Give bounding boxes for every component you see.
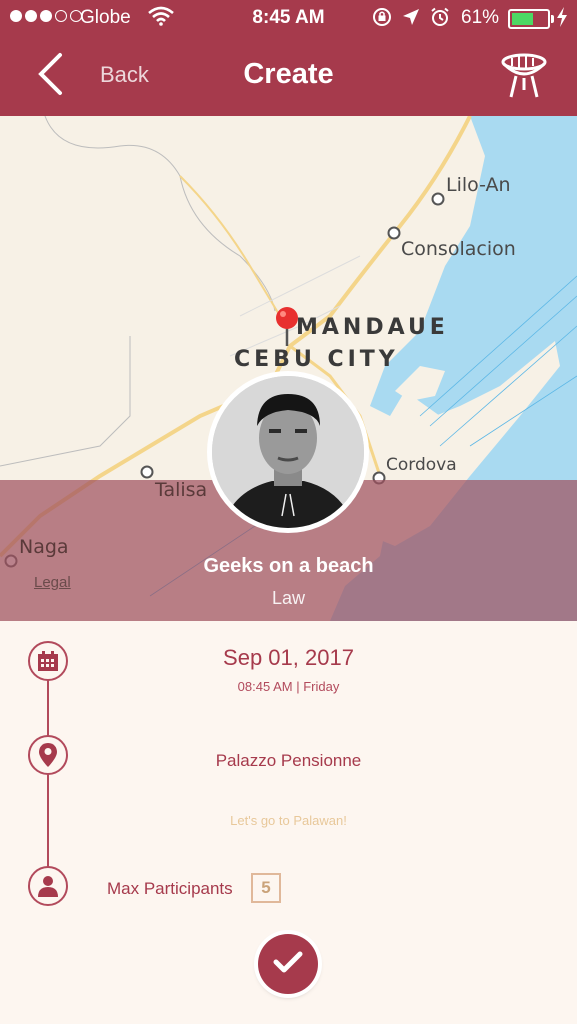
event-date[interactable]: Sep 01, 2017 [0, 645, 577, 671]
event-description[interactable]: Let's go to Palawan! [0, 813, 577, 828]
avatar[interactable] [207, 371, 369, 533]
map-label-cordova: Cordova [386, 455, 457, 475]
map-label-lilo-an: Lilo-An [446, 174, 511, 196]
map-label-cebu-city: CEBU CITY [234, 347, 399, 372]
battery-percent: 61% [461, 7, 500, 28]
max-participants-input[interactable]: 5 [251, 873, 281, 903]
charging-bolt-icon [556, 7, 568, 33]
battery-icon [508, 9, 550, 29]
event-time[interactable]: 08:45 AM | Friday [0, 679, 577, 694]
max-participants-label: Max Participants [107, 879, 233, 898]
map-label-consolacion: Consolacion [401, 238, 516, 260]
rotation-lock-icon [372, 7, 392, 33]
confirm-button[interactable] [258, 934, 318, 994]
checkmark-icon [273, 950, 303, 979]
status-bar: Globe 8:45 AM 61% [0, 0, 577, 38]
page-title: Create [243, 58, 334, 90]
header-bar: Globe 8:45 AM 61% Back Create [0, 0, 577, 116]
grill-icon[interactable] [500, 50, 548, 105]
location-arrow-icon [402, 8, 420, 32]
group-category: Law [271, 588, 306, 608]
map-label-talisay: Talisa [155, 479, 208, 501]
map-label-mandaue: MANDAUE [296, 315, 449, 340]
event-venue[interactable]: Palazzo Pensionne [0, 751, 577, 771]
alarm-icon [430, 7, 450, 33]
group-name: Geeks on a beach [203, 555, 374, 577]
location-map[interactable]: Lilo-An Consolacion MANDAUE CEBU CITY Co… [0, 116, 577, 621]
person-icon [28, 866, 68, 906]
